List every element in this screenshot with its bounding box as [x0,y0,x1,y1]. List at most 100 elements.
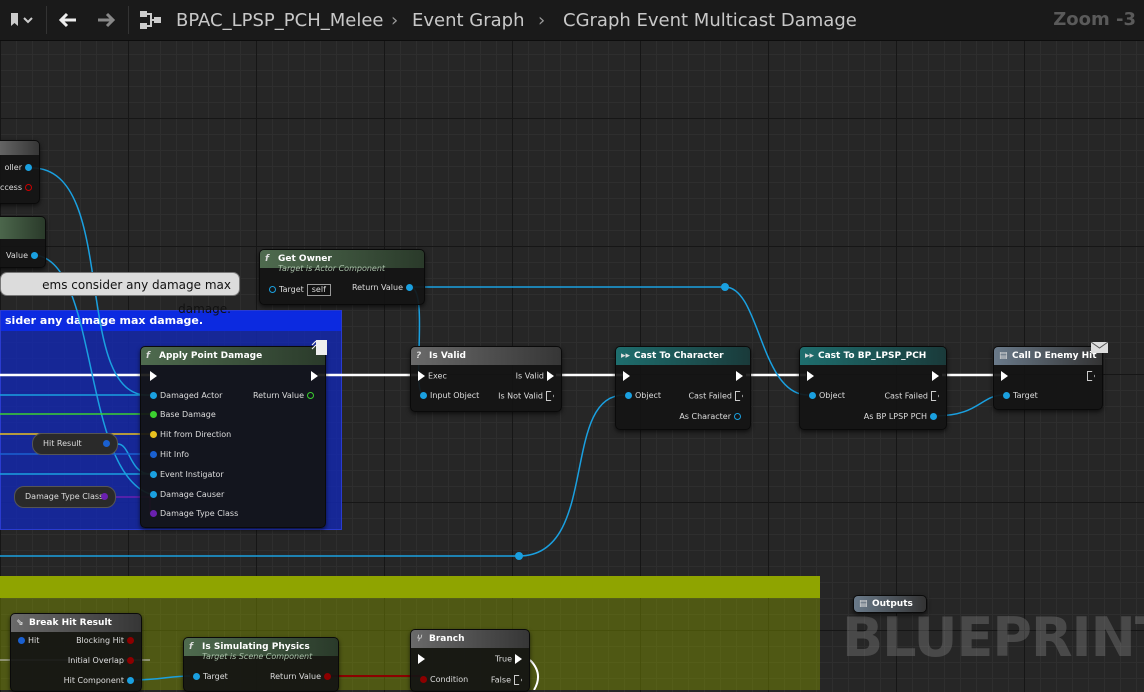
pill-label: Hit Result [43,439,82,448]
break-struct-icon: ⇘ [16,618,24,628]
partial-node-controller[interactable]: oller ccess [0,140,40,204]
struct-pin-icon [150,451,157,458]
branch-node[interactable]: ⑂ Branch True Condition False [410,629,530,692]
cast-icon: ▸▸ [805,351,815,361]
is-valid-node[interactable]: ? Is Valid Exec Is Valid Input Object Is… [410,346,562,412]
pin-is-valid[interactable]: Is Valid [516,371,557,382]
pin-label: Return Value [269,672,321,681]
pin-as-character[interactable]: As Character [679,412,744,422]
pin-label: Return Value [252,391,304,400]
wire-layer [0,167,1005,690]
pin-exec-out[interactable] [308,371,321,382]
pin-label: False [490,675,511,685]
pin-base-damage[interactable]: Base Damage [147,410,216,420]
cast-icon: ▸▸ [621,351,631,361]
pin-exec-in[interactable] [804,371,817,382]
exec-pin-icon [418,654,425,664]
pin-event-instigator[interactable]: Event Instigator [147,470,224,480]
pin-exec-in[interactable] [147,371,160,382]
node-header: ▤ Outputs [854,596,926,612]
object-pin-icon [193,673,200,680]
partial-node-value[interactable]: Value [0,216,46,268]
node-title: Call D Enemy Hit [1012,351,1097,361]
pin-return-value[interactable]: Return Value [270,672,334,682]
node-title: Cast To Character [634,351,724,361]
pin-exec-in[interactable] [620,371,633,382]
vector-pin-icon [150,431,157,438]
bool-pin-icon [127,637,134,644]
pin-input-object[interactable]: Input Object [417,391,479,401]
object-pin-icon [420,392,427,399]
call-enemy-hit-node[interactable]: ▤ Call D Enemy Hit Target [993,341,1109,410]
pin-object[interactable]: Object [806,391,845,401]
object-pin-icon [25,164,32,171]
pin-exec-in[interactable] [415,654,428,665]
pin-hit-info[interactable]: Hit Info [147,450,189,460]
exec-pin-icon [1001,371,1008,381]
pin-label: ccess [0,183,22,192]
pin-initial-overlap[interactable]: Initial Overlap [68,656,137,666]
pin-damaged-actor[interactable]: Damaged Actor [147,391,222,401]
node-header: ⇘ Break Hit Result [11,614,141,632]
outputs-node[interactable]: ▤ Outputs [853,595,927,613]
pin-blocking-hit[interactable]: Blocking Hit [76,636,137,646]
break-hit-result-node[interactable]: ⇘ Break Hit Result Hit Blocking Hit Init… [10,613,142,692]
pin-success[interactable]: ccess [0,183,35,193]
pin-target[interactable]: Target self [266,284,331,296]
pin-label: Value [6,251,28,260]
pin-label: oller [4,163,22,172]
pin-as-bp[interactable]: As BP LPSP PCH [864,412,940,422]
node-title: Branch [429,634,465,644]
struct-pin-icon [103,440,110,447]
object-pin-icon [127,677,134,684]
pin-is-not-valid[interactable]: Is Not Valid [498,391,557,402]
is-simulating-physics-node[interactable]: f Is Simulating Physics Target is Scene … [183,637,339,692]
pin-hit[interactable]: Hit [15,636,39,646]
exec-pin-icon [623,371,630,381]
pin-return-value[interactable]: Return Value [352,283,416,293]
bool-pin-icon [324,673,331,680]
pin-target[interactable]: Target [190,672,228,682]
pin-hit-from-direction[interactable]: Hit from Direction [147,430,231,440]
get-owner-node[interactable]: f Get Owner Target is Actor Component Ta… [259,249,425,305]
pin-true[interactable]: True [495,654,525,665]
pin-value[interactable]: Value [6,251,41,261]
pin-false[interactable]: False [491,675,525,686]
cast-to-character-node[interactable]: ▸▸ Cast To Character Object Cast Failed … [615,346,751,430]
pin-label: Damage Causer [160,490,225,499]
pin-label: Condition [430,675,469,684]
pin-cast-failed[interactable]: Cast Failed [884,391,942,402]
exec-pin-icon [807,371,814,381]
pin-return-value[interactable]: Return Value [253,391,317,401]
exec-pin-icon [418,371,425,381]
apply-point-damage-node[interactable]: f Apply Point Damage Damaged Actor Retur… [140,340,327,528]
pin-controller[interactable]: oller [4,163,35,173]
pin-label: Cast Failed [884,391,928,401]
node-header [0,141,39,155]
hit-result-reroute[interactable]: Hit Result [32,433,118,455]
pin-exec-out[interactable] [1084,371,1098,382]
pin-exec-out[interactable] [929,371,942,382]
pin-label: Input Object [430,391,480,400]
exec-pin-icon [547,371,554,381]
pin-exec[interactable]: Exec [415,371,447,382]
class-pin-icon [150,510,157,517]
pin-cast-failed[interactable]: Cast Failed [688,391,746,402]
damage-type-class-reroute[interactable]: Damage Type Class [14,486,116,508]
node-header [0,217,45,239]
pin-object[interactable]: Object [622,391,661,401]
pin-label: Hit from Direction [160,430,232,439]
exec-pin-icon [311,371,318,381]
pin-hit-component[interactable]: Hit Component [64,676,137,686]
pin-exec-in[interactable] [998,371,1011,382]
pin-label: Base Damage [160,410,216,419]
pin-target[interactable]: Target [1000,391,1038,401]
pin-condition[interactable]: Condition [417,675,468,685]
node-title: Break Hit Result [29,618,112,628]
pin-damage-causer[interactable]: Damage Causer [147,490,224,500]
pin-damage-type-class[interactable]: Damage Type Class [147,509,238,519]
cast-to-bp-node[interactable]: ▸▸ Cast To BP_LPSP_PCH Object Cast Faile… [799,346,947,430]
object-pin-icon [150,392,157,399]
pill-label: Damage Type Class [25,492,104,501]
pin-exec-out[interactable] [733,371,746,382]
